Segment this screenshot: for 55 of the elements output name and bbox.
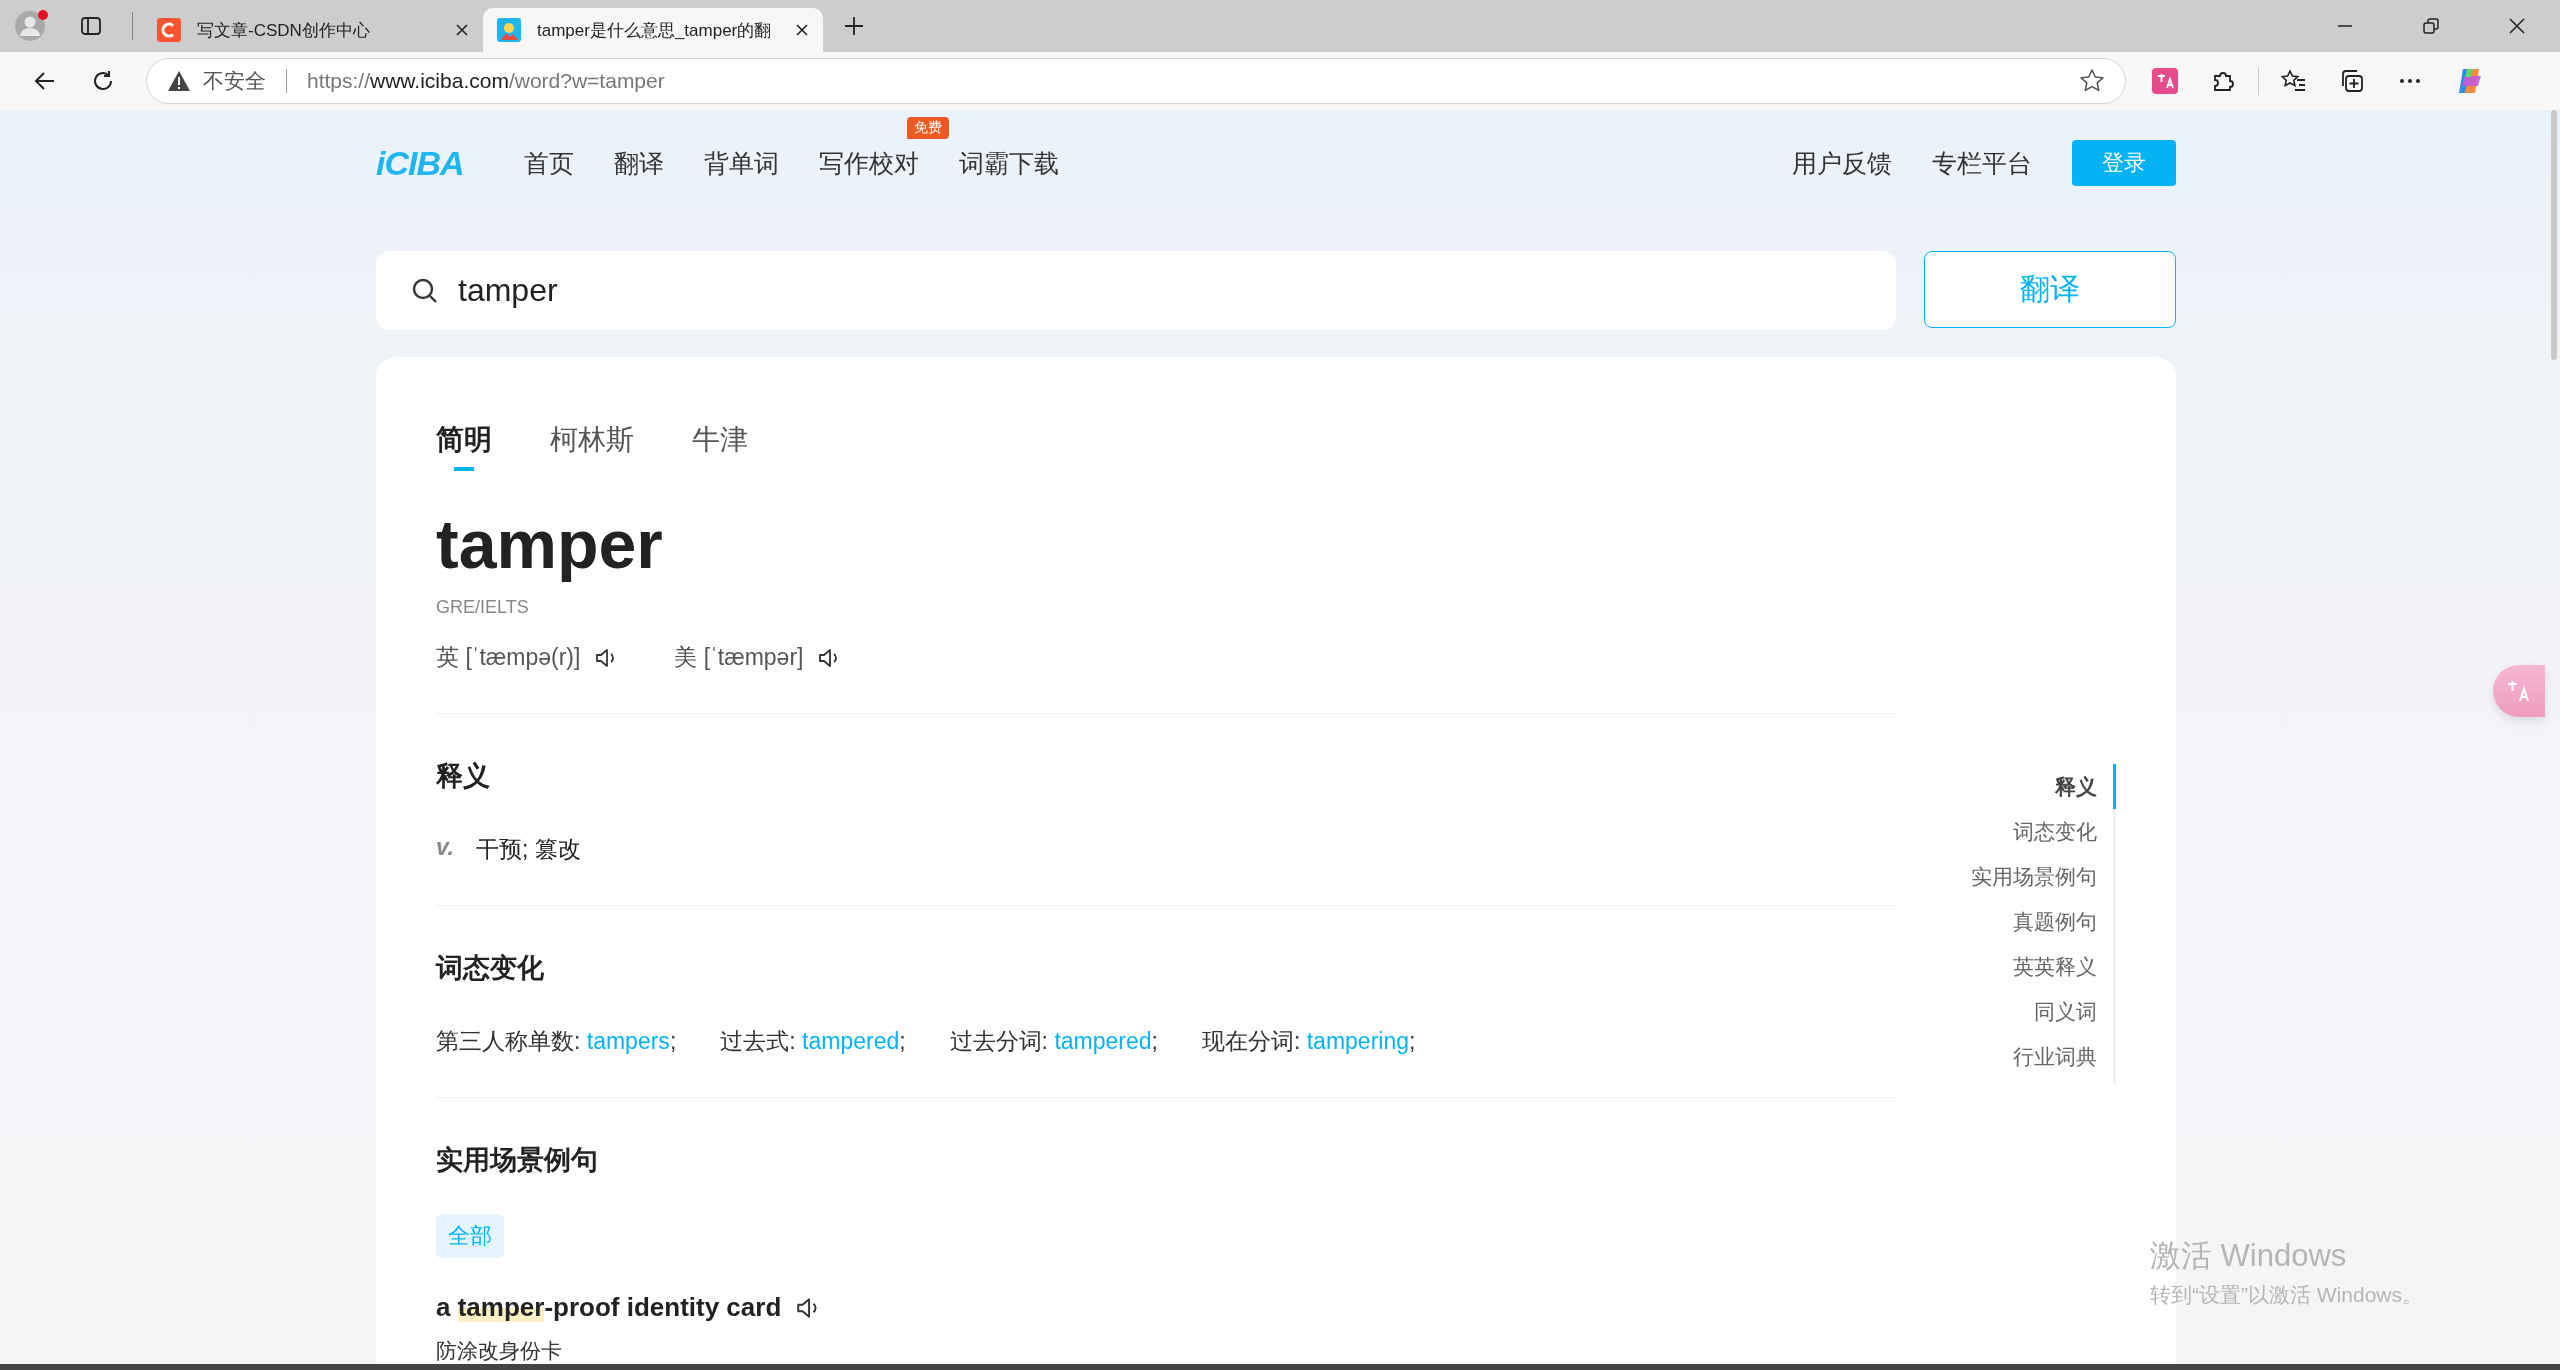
toc-item[interactable]: 真题例句: [1896, 899, 2116, 944]
section-heading: 实用场景例句: [436, 1144, 599, 1177]
browser-tab[interactable]: 写文章-CSDN创作中心: [143, 8, 483, 52]
toc-item[interactable]: 实用场景例句: [1896, 854, 2116, 899]
toc-item[interactable]: 行业词典: [1896, 1034, 2116, 1079]
word-form-text: 过去分词: tampered;: [949, 1027, 1158, 1056]
nav-link[interactable]: 背单词: [703, 148, 779, 177]
meaning-text: 干预; 篡改: [475, 835, 581, 864]
star-icon[interactable]: [2079, 68, 2105, 94]
dictionary-tab[interactable]: 柯林斯: [550, 421, 634, 475]
restore-icon[interactable]: [2422, 17, 2440, 35]
section-heading: 释义: [436, 760, 491, 793]
toc-item[interactable]: 英英释义: [1896, 944, 2116, 989]
nav-link[interactable]: 写作校对: [818, 148, 919, 177]
headword: tamper: [436, 505, 664, 583]
close-icon[interactable]: [2508, 17, 2526, 35]
phonetic-text: 美 [ˈtæmpər]: [674, 643, 804, 672]
url-text: https://www.iciba.com/word?w=tamper: [307, 69, 665, 93]
dictionary-tab[interactable]: 牛津: [692, 421, 748, 475]
section-heading: 词态变化: [436, 952, 545, 985]
exam-tags: GRE/IELTS: [436, 597, 1896, 618]
part-of-speech: v.: [436, 834, 454, 862]
close-icon[interactable]: [795, 23, 809, 37]
nav-link[interactable]: 首页: [523, 148, 574, 177]
word-form-text: 过去式: tampered;: [720, 1027, 906, 1056]
sidebar-toggle-icon[interactable]: [80, 15, 102, 37]
scrollbar[interactable]: [2551, 110, 2557, 360]
nav-link[interactable]: 词霸下载: [958, 148, 1059, 177]
security-label: 不安全: [203, 68, 266, 94]
word-form-text: 现在分词: tampering;: [1201, 1027, 1416, 1056]
toc-item[interactable]: 释义: [1896, 764, 2116, 809]
word-form-text: 第三人称单数: tampers;: [436, 1027, 677, 1056]
nav-link[interactable]: 用户反馈: [1792, 146, 1892, 180]
toc-item[interactable]: 同义词: [1896, 989, 2116, 1034]
nav-link[interactable]: 翻译: [613, 148, 664, 177]
browser-tab[interactable]: tamper是什么意思_tamper的翻: [483, 8, 823, 52]
toc-item[interactable]: 词态变化: [1896, 809, 2116, 854]
example-translation: 防涂改身份卡: [436, 1338, 563, 1364]
close-icon[interactable]: [455, 23, 469, 37]
warning-icon: [167, 70, 191, 92]
example-sentence: a tamper-proof identity card: [436, 1292, 782, 1323]
activation-title: 激活 Windows: [2150, 1237, 2348, 1275]
address-bar[interactable]: 不安全 https://www.iciba.com/word?w=tamper: [146, 58, 2126, 104]
favorites-icon[interactable]: [2281, 68, 2307, 94]
nav-link[interactable]: 专栏平台: [1932, 146, 2032, 180]
translate-icon[interactable]: [2152, 68, 2178, 94]
new-tab-icon[interactable]: [843, 15, 865, 37]
app-icon: [157, 18, 181, 42]
collections-icon[interactable]: [2339, 68, 2365, 94]
phonetic-text: 英 [ˈtæmpə(r)]: [436, 643, 581, 672]
app-icon: [497, 18, 521, 42]
search-field[interactable]: tamper: [376, 251, 1896, 330]
profile-icon[interactable]: [14, 8, 50, 44]
activation-hint: 转到“设置”以激活 Windows。: [2150, 1282, 2423, 1308]
free-badge: 免费: [906, 116, 949, 139]
